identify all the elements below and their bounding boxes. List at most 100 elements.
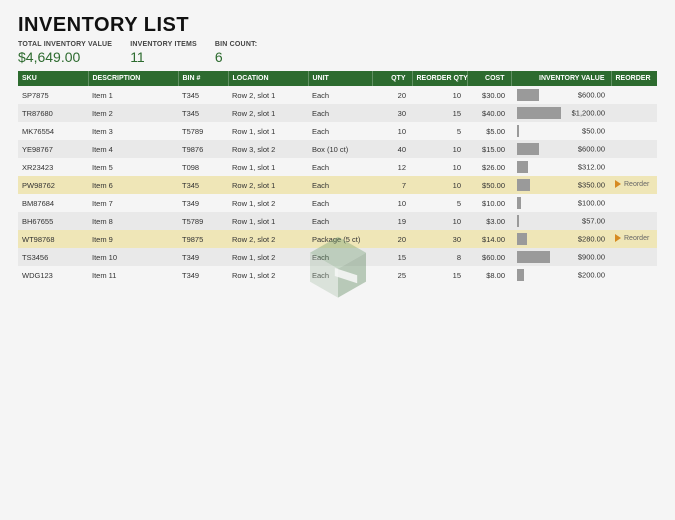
- col-inventory-value[interactable]: INVENTORY VALUE: [511, 71, 611, 86]
- cell-inventory-value[interactable]: $280.00: [511, 230, 611, 248]
- col-location[interactable]: LOCATION: [228, 71, 308, 86]
- cell-description[interactable]: Item 9: [88, 230, 178, 248]
- cell-description[interactable]: Item 6: [88, 176, 178, 194]
- cell-bin[interactable]: T098: [178, 158, 228, 176]
- cell-unit[interactable]: Each: [308, 176, 372, 194]
- cell-unit[interactable]: Each: [308, 248, 372, 266]
- cell-reorder[interactable]: [611, 266, 657, 284]
- cell-reorder-qty[interactable]: 10: [412, 212, 467, 230]
- col-qty[interactable]: QTY: [372, 71, 412, 86]
- cell-bin[interactable]: T345: [178, 86, 228, 104]
- cell-sku[interactable]: SP7875: [18, 86, 88, 104]
- table-row[interactable]: PW98762Item 6T345Row 2, slot 1Each710$50…: [18, 176, 657, 194]
- cell-cost[interactable]: $14.00: [467, 230, 511, 248]
- cell-unit[interactable]: Each: [308, 86, 372, 104]
- cell-description[interactable]: Item 10: [88, 248, 178, 266]
- cell-qty[interactable]: 7: [372, 176, 412, 194]
- cell-reorder[interactable]: Reorder: [611, 230, 657, 248]
- table-row[interactable]: MK76554Item 3T5789Row 1, slot 1Each105$5…: [18, 122, 657, 140]
- cell-inventory-value[interactable]: $50.00: [511, 122, 611, 140]
- cell-location[interactable]: Row 2, slot 1: [228, 86, 308, 104]
- cell-qty[interactable]: 19: [372, 212, 412, 230]
- table-row[interactable]: TS3456Item 10T349Row 1, slot 2Each158$60…: [18, 248, 657, 266]
- cell-bin[interactable]: T349: [178, 194, 228, 212]
- cell-reorder-qty[interactable]: 8: [412, 248, 467, 266]
- cell-unit[interactable]: Each: [308, 104, 372, 122]
- cell-inventory-value[interactable]: $1,200.00: [511, 104, 611, 122]
- table-row[interactable]: BH67655Item 8T5789Row 1, slot 1Each1910$…: [18, 212, 657, 230]
- table-row[interactable]: TR87680Item 2T345Row 2, slot 1Each3015$4…: [18, 104, 657, 122]
- cell-location[interactable]: Row 1, slot 1: [228, 212, 308, 230]
- table-row[interactable]: YE98767Item 4T9876Row 3, slot 2Box (10 c…: [18, 140, 657, 158]
- cell-sku[interactable]: WDG123: [18, 266, 88, 284]
- cell-inventory-value[interactable]: $900.00: [511, 248, 611, 266]
- cell-sku[interactable]: WT98768: [18, 230, 88, 248]
- cell-location[interactable]: Row 2, slot 1: [228, 176, 308, 194]
- cell-location[interactable]: Row 1, slot 2: [228, 248, 308, 266]
- cell-description[interactable]: Item 2: [88, 104, 178, 122]
- cell-bin[interactable]: T5789: [178, 122, 228, 140]
- cell-cost[interactable]: $8.00: [467, 266, 511, 284]
- cell-inventory-value[interactable]: $312.00: [511, 158, 611, 176]
- cell-inventory-value[interactable]: $600.00: [511, 140, 611, 158]
- cell-inventory-value[interactable]: $200.00: [511, 266, 611, 284]
- cell-unit[interactable]: Each: [308, 122, 372, 140]
- col-sku[interactable]: SKU: [18, 71, 88, 86]
- cell-location[interactable]: Row 1, slot 2: [228, 266, 308, 284]
- cell-reorder-qty[interactable]: 10: [412, 176, 467, 194]
- table-row[interactable]: BM87684Item 7T349Row 1, slot 2Each105$10…: [18, 194, 657, 212]
- col-description[interactable]: DESCRIPTION: [88, 71, 178, 86]
- cell-unit[interactable]: Each: [308, 212, 372, 230]
- cell-sku[interactable]: YE98767: [18, 140, 88, 158]
- cell-reorder[interactable]: [611, 248, 657, 266]
- cell-cost[interactable]: $30.00: [467, 86, 511, 104]
- cell-qty[interactable]: 20: [372, 86, 412, 104]
- cell-location[interactable]: Row 2, slot 1: [228, 104, 308, 122]
- cell-bin[interactable]: T9876: [178, 140, 228, 158]
- cell-inventory-value[interactable]: $100.00: [511, 194, 611, 212]
- cell-sku[interactable]: PW98762: [18, 176, 88, 194]
- cell-location[interactable]: Row 2, slot 2: [228, 230, 308, 248]
- cell-unit[interactable]: Each: [308, 266, 372, 284]
- cell-qty[interactable]: 10: [372, 194, 412, 212]
- cell-bin[interactable]: T345: [178, 104, 228, 122]
- cell-sku[interactable]: XR23423: [18, 158, 88, 176]
- cell-description[interactable]: Item 11: [88, 266, 178, 284]
- table-row[interactable]: WT98768Item 9T9875Row 2, slot 2Package (…: [18, 230, 657, 248]
- cell-cost[interactable]: $50.00: [467, 176, 511, 194]
- cell-bin[interactable]: T349: [178, 266, 228, 284]
- cell-reorder-qty[interactable]: 5: [412, 194, 467, 212]
- col-unit[interactable]: UNIT: [308, 71, 372, 86]
- col-reorder[interactable]: REORDER: [611, 71, 657, 86]
- cell-sku[interactable]: BM87684: [18, 194, 88, 212]
- cell-qty[interactable]: 15: [372, 248, 412, 266]
- cell-reorder-qty[interactable]: 10: [412, 86, 467, 104]
- cell-description[interactable]: Item 4: [88, 140, 178, 158]
- cell-reorder-qty[interactable]: 5: [412, 122, 467, 140]
- cell-bin[interactable]: T9875: [178, 230, 228, 248]
- cell-sku[interactable]: MK76554: [18, 122, 88, 140]
- cell-description[interactable]: Item 5: [88, 158, 178, 176]
- cell-location[interactable]: Row 1, slot 1: [228, 158, 308, 176]
- table-row[interactable]: WDG123Item 11T349Row 1, slot 2Each2515$8…: [18, 266, 657, 284]
- cell-bin[interactable]: T349: [178, 248, 228, 266]
- cell-cost[interactable]: $10.00: [467, 194, 511, 212]
- cell-cost[interactable]: $3.00: [467, 212, 511, 230]
- cell-cost[interactable]: $15.00: [467, 140, 511, 158]
- cell-inventory-value[interactable]: $57.00: [511, 212, 611, 230]
- cell-sku[interactable]: TS3456: [18, 248, 88, 266]
- cell-qty[interactable]: 20: [372, 230, 412, 248]
- table-row[interactable]: XR23423Item 5T098Row 1, slot 1Each1210$2…: [18, 158, 657, 176]
- cell-reorder-qty[interactable]: 10: [412, 140, 467, 158]
- cell-bin[interactable]: T345: [178, 176, 228, 194]
- cell-location[interactable]: Row 1, slot 2: [228, 194, 308, 212]
- cell-unit[interactable]: Each: [308, 194, 372, 212]
- cell-qty[interactable]: 10: [372, 122, 412, 140]
- cell-reorder[interactable]: [611, 212, 657, 230]
- cell-unit[interactable]: Each: [308, 158, 372, 176]
- cell-unit[interactable]: Package (5 ct): [308, 230, 372, 248]
- col-reorder-qty[interactable]: REORDER QTY: [412, 71, 467, 86]
- cell-reorder-qty[interactable]: 10: [412, 158, 467, 176]
- cell-qty[interactable]: 12: [372, 158, 412, 176]
- cell-reorder[interactable]: [611, 140, 657, 158]
